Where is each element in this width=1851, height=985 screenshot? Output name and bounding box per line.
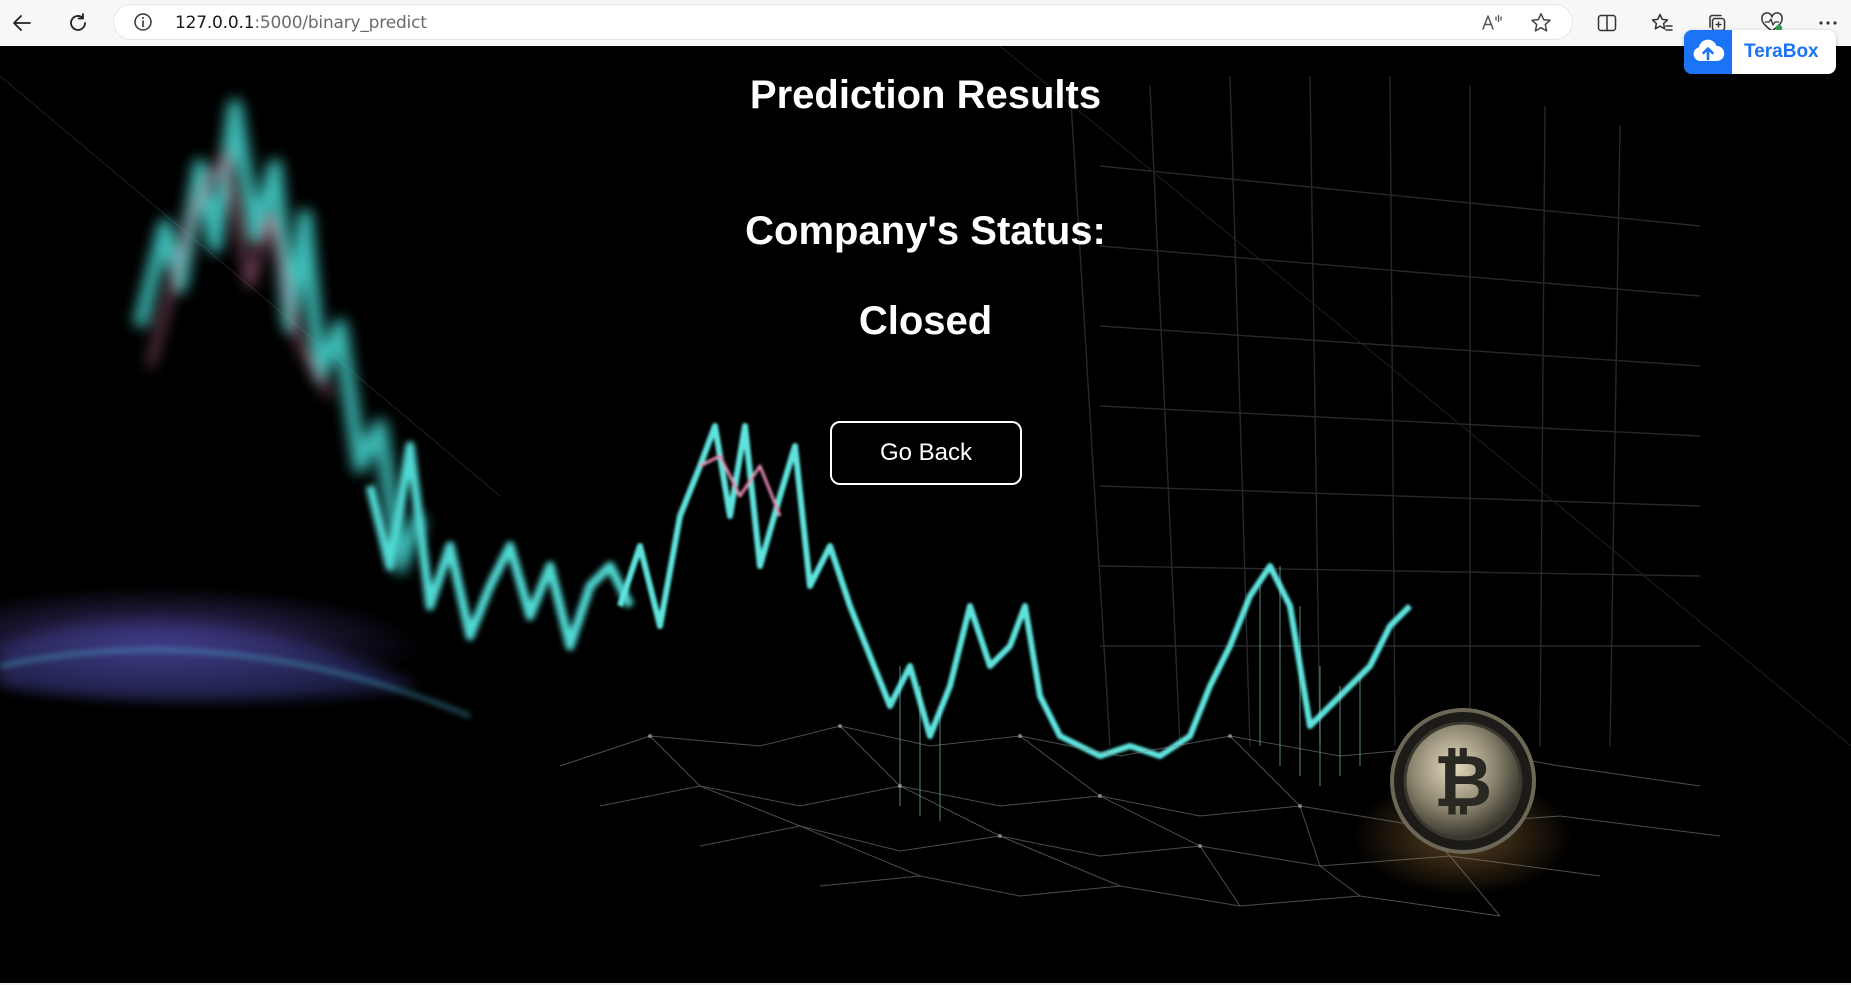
url-text[interactable]: 127.0.0.1:5000/binary_predict bbox=[175, 13, 427, 33]
address-bar[interactable]: 127.0.0.1:5000/binary_predict bbox=[113, 4, 1573, 40]
reload-icon bbox=[70, 13, 86, 31]
background-image: ₿ bbox=[0, 46, 1851, 917]
read-aloud-button[interactable] bbox=[1479, 10, 1505, 36]
status-value: Closed bbox=[858, 299, 993, 343]
favorite-button[interactable] bbox=[1528, 10, 1554, 36]
browser-toolbar: 127.0.0.1:5000/binary_predict bbox=[0, 0, 1851, 46]
cloud-upload-icon bbox=[1684, 30, 1732, 74]
favorites-icon bbox=[1651, 13, 1673, 31]
reload-button[interactable] bbox=[61, 6, 95, 40]
read-aloud-icon bbox=[1482, 14, 1502, 30]
favorites-button[interactable] bbox=[1645, 6, 1679, 40]
page-title: Prediction Results bbox=[749, 73, 1102, 117]
terabox-label: TeraBox bbox=[1744, 41, 1819, 62]
terabox-extension[interactable]: TeraBox bbox=[1684, 30, 1836, 74]
go-back-button[interactable]: Go Back bbox=[830, 421, 1022, 485]
split-screen-icon bbox=[1597, 14, 1617, 32]
svg-text:₿: ₿ bbox=[1434, 739, 1493, 823]
split-screen-button[interactable] bbox=[1590, 6, 1624, 40]
back-button[interactable] bbox=[5, 6, 39, 40]
url-host: 127.0.0.1 bbox=[175, 13, 255, 33]
url-path: :5000/binary_predict bbox=[254, 13, 427, 33]
arrow-left-icon bbox=[13, 15, 31, 31]
info-icon[interactable] bbox=[133, 12, 153, 32]
status-label: Company's Status: bbox=[745, 209, 1106, 253]
page-viewport: ₿ Prediction Results Company's Status: C… bbox=[0, 46, 1851, 983]
star-icon bbox=[1531, 13, 1551, 32]
